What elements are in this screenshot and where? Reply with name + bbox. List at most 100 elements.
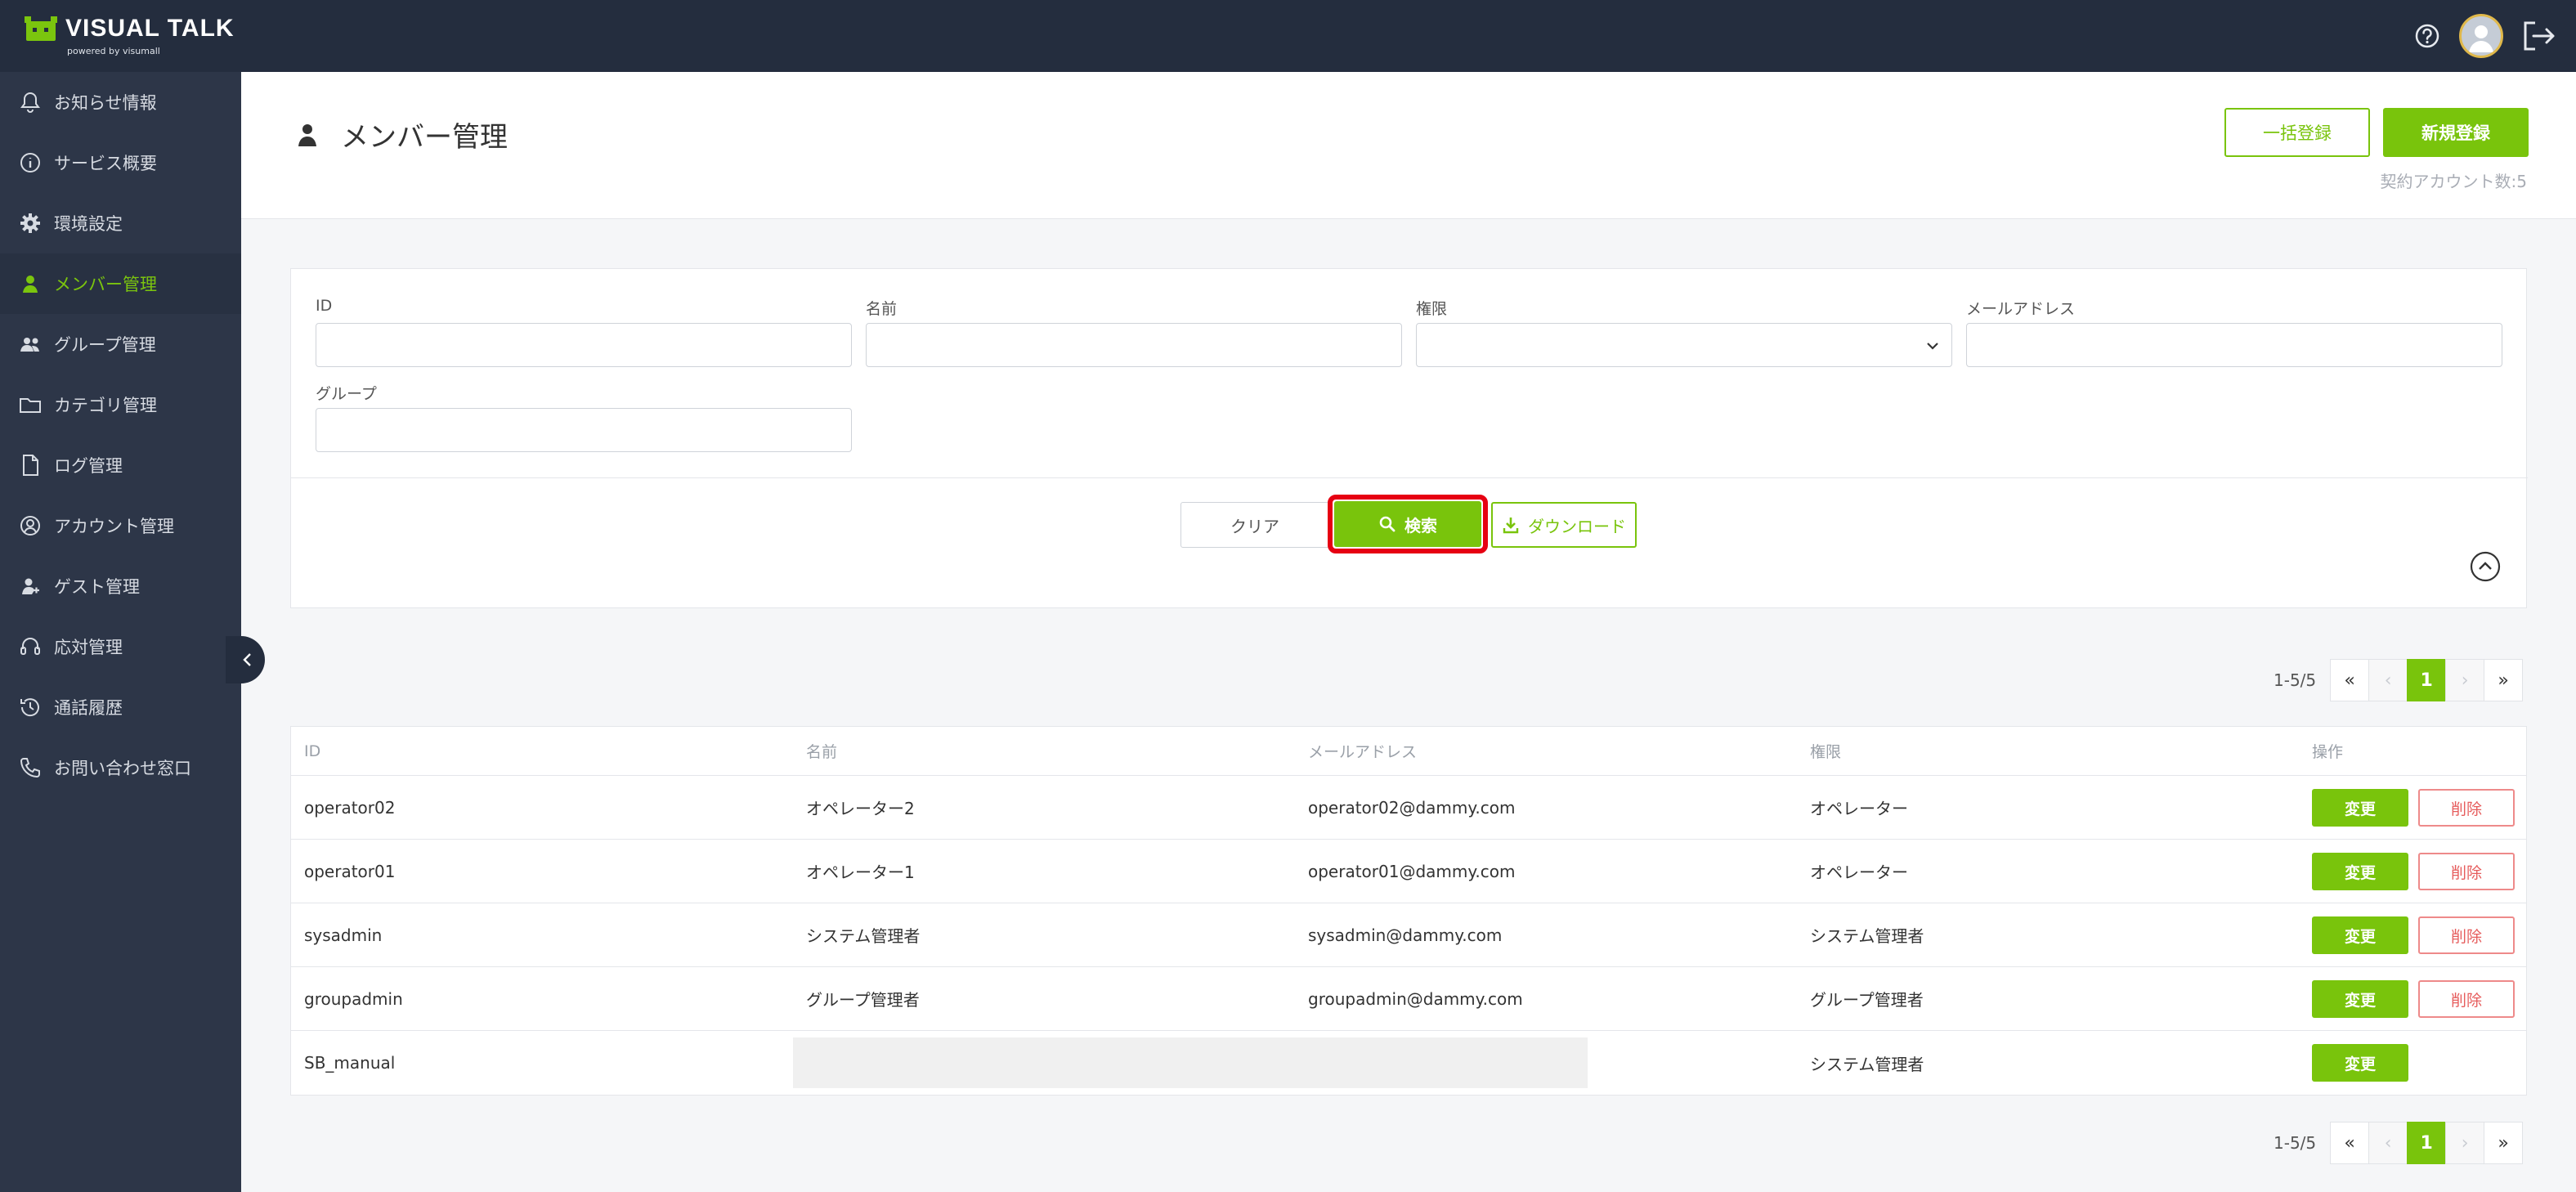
table-row: operator02 オペレーター2 operator02@dammy.com … [291,776,2526,840]
download-icon [1503,518,1519,534]
sidebar-item-guests[interactable]: ゲスト管理 [0,556,241,616]
logout-icon[interactable] [2522,20,2556,52]
sidebar-item-groups[interactable]: グループ管理 [0,314,241,374]
table-row: groupadmin グループ管理者 groupadmin@dammy.com … [291,967,2526,1031]
person-icon [298,123,316,146]
cell-id: operator02 [304,797,396,818]
email-input[interactable] [1966,323,2502,367]
bell-icon [20,92,40,113]
file-icon [23,455,38,476]
cell-role: システム管理者 [1810,1054,1924,1074]
sidebar-item-accounts[interactable]: アカウント管理 [0,495,241,556]
group-label: グループ [316,385,377,403]
chevron-left-icon [243,653,251,666]
header-id: ID [304,742,321,760]
download-button-label: ダウンロード [1528,516,1626,536]
history-icon [20,698,39,717]
email-label: メールアドレス [1966,300,2076,318]
download-button[interactable]: ダウンロード [1491,502,1637,548]
members-table: ID 名前 メールアドレス 権限 操作 operator02 オペレーター2 o… [290,726,2527,1096]
page-next-button[interactable]: › [2445,1122,2485,1164]
name-label: 名前 [866,300,898,318]
edit-button[interactable]: 変更 [2312,980,2408,1018]
divider [291,477,2528,478]
edit-button[interactable]: 変更 [2312,916,2408,954]
cell-id: sysadmin [304,925,383,945]
name-input[interactable] [866,323,1402,367]
pagination-range: 1-5/5 [2274,670,2317,690]
group-icon [20,338,39,352]
sidebar-item-call-history[interactable]: 通話履歴 [0,677,241,737]
page-current-button[interactable]: 1 [2407,1122,2447,1164]
table-header: ID 名前 メールアドレス 権限 操作 [291,727,2526,776]
user-circle-icon [20,516,40,536]
sidebar-item-label: 環境設定 [54,214,123,234]
search-button[interactable]: 検索 [1334,501,1481,547]
cell-name: オペレーター1 [806,863,915,882]
sidebar-collapse-button[interactable] [226,636,265,683]
sidebar-item-label: カテゴリ管理 [54,396,157,415]
chevron-up-circle-icon[interactable] [2469,550,2502,583]
phone-icon [20,758,40,778]
sidebar-item-support[interactable]: 応対管理 [0,616,241,677]
delete-button[interactable]: 削除 [2418,853,2515,890]
header-role: 権限 [1810,743,1842,761]
new-register-button[interactable]: 新規登録 [2383,108,2529,157]
page-last-button[interactable]: » [2484,659,2524,701]
sidebar-item-label: 応対管理 [54,638,123,657]
page-next-button[interactable]: › [2445,659,2485,701]
page-title-text: メンバー管理 [341,121,508,154]
page-prev-button[interactable]: ‹ [2368,659,2408,701]
cell-email: operator01@dammy.com [1308,861,1516,881]
edit-button[interactable]: 変更 [2312,789,2408,827]
role-select[interactable] [1416,323,1952,367]
sidebar-item-label: メンバー管理 [54,275,157,294]
page-prev-button[interactable]: ‹ [2368,1122,2408,1164]
header-email: メールアドレス [1308,743,1418,761]
headset-icon [20,638,40,655]
clear-button[interactable]: クリア [1180,502,1329,548]
info-icon [20,153,40,173]
cell-id: SB_manual [304,1053,396,1073]
app-logo[interactable]: VISUAL TALK powered by visumall [25,11,234,60]
header-name: 名前 [806,743,838,761]
table-row: sysadmin システム管理者 sysadmin@dammy.com システム… [291,903,2526,967]
delete-button[interactable]: 削除 [2418,916,2515,954]
sidebar-item-notifications[interactable]: お知らせ情報 [0,72,241,132]
sidebar-item-label: 通話履歴 [54,698,123,718]
page-first-button[interactable]: « [2330,1122,2370,1164]
sidebar-item-logs[interactable]: ログ管理 [0,435,241,495]
delete-button[interactable]: 削除 [2418,789,2515,827]
sidebar-item-label: アカウント管理 [54,517,174,536]
top-bar: VISUAL TALK powered by visumall [0,0,2576,72]
table-row: SB_manual システム管理者 変更 [291,1031,2526,1095]
page-current-button[interactable]: 1 [2407,659,2447,701]
sidebar-item-service-overview[interactable]: サービス概要 [0,132,241,193]
edit-button[interactable]: 変更 [2312,853,2408,890]
page-last-button[interactable]: » [2484,1122,2524,1164]
group-input[interactable] [316,408,852,452]
search-panel: ID 名前 権限 メールアドレス グループ クリア 検索 ダウンロード [290,268,2528,608]
avatar-person-icon [2469,25,2493,52]
page-first-button[interactable]: « [2330,659,2370,701]
sidebar-item-categories[interactable]: カテゴリ管理 [0,374,241,435]
help-icon[interactable] [2412,21,2442,51]
page-title: メンバー管理 [293,114,508,155]
sidebar-item-settings[interactable]: 環境設定 [0,193,241,253]
bulk-register-button[interactable]: 一括登録 [2224,108,2370,157]
cell-email: groupadmin@dammy.com [1308,988,1523,1009]
delete-button[interactable]: 削除 [2418,980,2515,1018]
avatar[interactable] [2459,14,2503,58]
cell-name: システム管理者 [806,926,921,946]
cell-role: オペレーター [1810,799,1908,818]
sidebar-item-label: サービス概要 [54,154,157,173]
id-input[interactable] [316,323,852,367]
sidebar-item-contact[interactable]: お問い合わせ窓口 [0,737,241,798]
search-button-label: 検索 [1404,515,1437,536]
edit-button[interactable]: 変更 [2312,1044,2408,1082]
pagination-range: 1-5/5 [2274,1133,2317,1153]
logo-mark-icon [25,16,57,41]
sidebar-item-label: ゲスト管理 [54,577,140,597]
page-header: メンバー管理 一括登録 新規登録 契約アカウント数:5 [241,72,2576,219]
sidebar-item-members[interactable]: メンバー管理 [0,253,241,314]
